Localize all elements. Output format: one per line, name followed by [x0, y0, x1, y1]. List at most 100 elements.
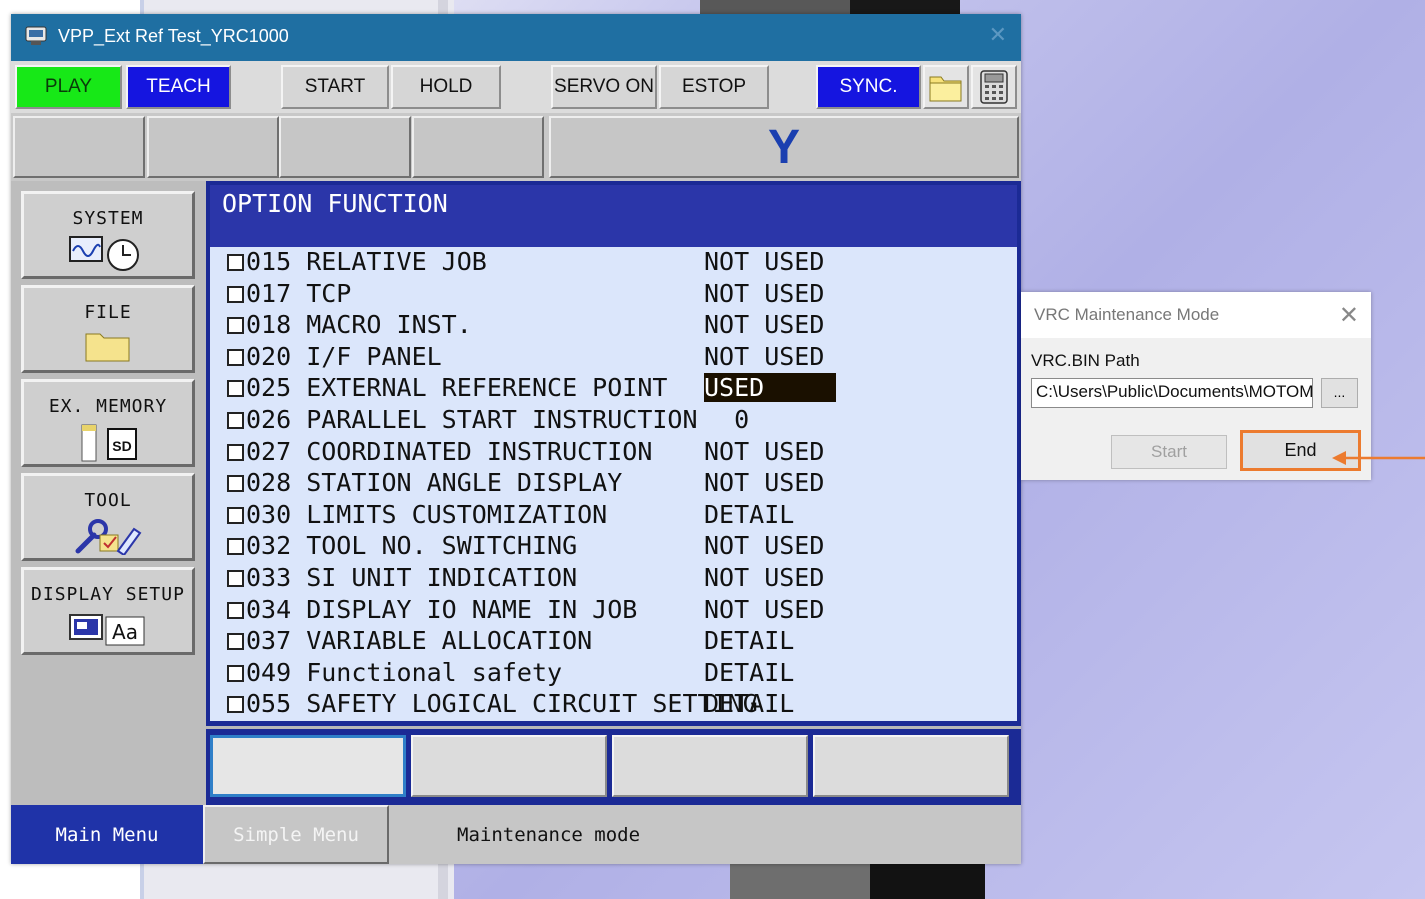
- start-button[interactable]: START: [281, 65, 389, 109]
- option-value[interactable]: NOT USED: [704, 342, 824, 371]
- svg-text:SD: SD: [112, 438, 131, 454]
- close-icon[interactable]: ✕: [1339, 301, 1359, 330]
- panel-title: OPTION FUNCTION: [222, 189, 448, 218]
- option-name: 025 EXTERNAL REFERENCE POINT: [246, 373, 668, 403]
- function-key-4[interactable]: [813, 735, 1009, 797]
- shortcut-key-1[interactable]: [13, 116, 145, 178]
- option-name: 030 LIMITS CUSTOMIZATION: [246, 499, 608, 529]
- function-key-row: [206, 729, 1021, 805]
- checkbox-icon: [227, 412, 244, 429]
- estop-button[interactable]: ESTOP: [659, 65, 769, 109]
- pendant-button[interactable]: [971, 65, 1017, 109]
- function-key-3[interactable]: [612, 735, 808, 797]
- background-block-bottom-dark: [870, 862, 985, 899]
- main-menu-button[interactable]: Main Menu: [11, 805, 203, 864]
- sidebar-item-file[interactable]: FILE: [21, 285, 195, 373]
- option-name: 026 PARALLEL START INSTRUCTION: [246, 405, 698, 434]
- checkbox-icon: [227, 348, 244, 366]
- checkbox-icon: [227, 506, 244, 524]
- close-icon[interactable]: ✕: [989, 23, 1007, 48]
- option-name: 049 Functional safety: [246, 657, 563, 687]
- option-name: 034 DISPLAY IO NAME IN JOB: [246, 594, 638, 624]
- simple-menu-button[interactable]: Simple Menu: [203, 805, 389, 864]
- shortcut-key-3[interactable]: [279, 116, 411, 178]
- option-value[interactable]: USED: [704, 373, 836, 403]
- function-key-2[interactable]: [411, 735, 607, 797]
- dialog-titlebar[interactable]: VRC Maintenance Mode: [1021, 292, 1371, 338]
- option-value[interactable]: NOT USED: [704, 531, 824, 560]
- list-item[interactable]: 015 RELATIVE JOB NOT USED: [210, 247, 1017, 278]
- list-item[interactable]: 055 SAFETY LOGICAL CIRCUIT SETTING DETAIL: [210, 689, 1017, 720]
- option-name: 015 RELATIVE JOB: [246, 247, 487, 276]
- bottom-bar: Main Menu Simple Menu Maintenance mode: [11, 805, 1021, 864]
- sidebar-item-tool[interactable]: TOOL: [21, 473, 195, 561]
- option-value[interactable]: DETAIL: [704, 658, 794, 687]
- list-item[interactable]: 049 Functional safety DETAIL: [210, 658, 1017, 689]
- path-input[interactable]: C:\Users\Public\Documents\MOTOMAN: [1031, 378, 1313, 408]
- sidebar-item-label: TOOL: [84, 490, 132, 511]
- start-button[interactable]: Start: [1111, 435, 1227, 469]
- list-item[interactable]: 026 PARALLEL START INSTRUCTION 0: [210, 405, 1017, 436]
- list-item[interactable]: 034 DISPLAY IO NAME IN JOB NOT USED: [210, 595, 1017, 626]
- list-item[interactable]: 027 COORDINATED INSTRUCTION NOT USED: [210, 437, 1017, 468]
- list-item[interactable]: 037 VARIABLE ALLOCATION DETAIL: [210, 626, 1017, 657]
- sidebar-item-label: SYSTEM: [72, 208, 144, 229]
- sidebar-item-label: EX. MEMORY: [48, 396, 168, 417]
- option-value[interactable]: NOT USED: [704, 563, 824, 592]
- hold-button[interactable]: HOLD: [391, 65, 501, 109]
- list-item[interactable]: 020 I/F PANEL NOT USED: [210, 342, 1017, 373]
- shortcut-key-2[interactable]: [147, 116, 279, 178]
- tool-icon: [75, 519, 142, 557]
- folder-icon: [85, 333, 130, 362]
- checkbox-icon: [227, 664, 244, 682]
- option-value[interactable]: NOT USED: [704, 310, 824, 339]
- main-menu-sidebar: SYSTEM FILE EX. MEMORY SD TOOL DISPLAY S…: [11, 181, 206, 805]
- function-key-1[interactable]: [210, 735, 406, 797]
- option-value[interactable]: NOT USED: [704, 595, 824, 624]
- shortcut-key-4[interactable]: [412, 116, 544, 178]
- option-value[interactable]: DETAIL: [704, 500, 794, 529]
- list-item[interactable]: 028 STATION ANGLE DISPLAY NOT USED: [210, 468, 1017, 499]
- list-item[interactable]: 025 EXTERNAL REFERENCE POINT USED: [210, 373, 1017, 404]
- checkbox-icon: [227, 696, 244, 714]
- option-value[interactable]: NOT USED: [704, 437, 824, 466]
- option-value[interactable]: NOT USED: [704, 468, 824, 497]
- list-item[interactable]: 032 TOOL NO. SWITCHING NOT USED: [210, 531, 1017, 562]
- option-value[interactable]: DETAIL: [704, 626, 794, 655]
- option-value[interactable]: 0: [704, 405, 749, 434]
- app-icon: [25, 26, 47, 45]
- option-name: 037 VARIABLE ALLOCATION: [246, 626, 593, 656]
- folder-icon: [929, 76, 962, 102]
- background-block-bottom: [730, 862, 880, 899]
- option-name: 027 COORDINATED INSTRUCTION: [246, 436, 653, 466]
- option-value[interactable]: NOT USED: [704, 247, 824, 276]
- list-item[interactable]: 018 MACRO INST. NOT USED: [210, 310, 1017, 341]
- sd-card-icon: SD: [81, 424, 137, 462]
- option-name: 033 SI UNIT INDICATION: [246, 563, 578, 592]
- checkbox-icon: [227, 538, 244, 556]
- list-item[interactable]: 033 SI UNIT INDICATION NOT USED: [210, 563, 1017, 594]
- option-value[interactable]: DETAIL: [704, 689, 794, 718]
- svg-text:Aa: Aa: [112, 620, 138, 644]
- folder-button[interactable]: [923, 65, 969, 109]
- window-titlebar[interactable]: VPP_Ext Ref Test_YRC1000 ✕: [11, 14, 1021, 61]
- option-value[interactable]: NOT USED: [704, 279, 824, 308]
- teach-button[interactable]: TEACH: [126, 65, 231, 109]
- list-item[interactable]: 030 LIMITS CUSTOMIZATION DETAIL: [210, 500, 1017, 531]
- play-button[interactable]: PLAY: [15, 65, 122, 109]
- checkbox-icon: [227, 633, 244, 651]
- checkbox-icon: [227, 601, 244, 619]
- option-list: 015 RELATIVE JOB NOT USED 017 TCP NOT USED 0…: [210, 247, 1017, 721]
- panel-header: OPTION FUNCTION: [210, 185, 1017, 247]
- browse-button[interactable]: ...: [1321, 378, 1358, 408]
- sidebar-item-system[interactable]: SYSTEM: [21, 191, 195, 279]
- option-function-panel: OPTION FUNCTION 015 RELATIVE JOB NOT USED…: [206, 181, 1021, 726]
- servo-on-button[interactable]: SERVO ON: [551, 65, 657, 109]
- option-name: 017 TCP: [246, 278, 352, 308]
- sync-button[interactable]: SYNC.: [816, 65, 921, 109]
- list-item[interactable]: 017 TCP NOT USED: [210, 279, 1017, 310]
- checkbox-icon: [227, 285, 244, 303]
- sidebar-item-display-setup[interactable]: DISPLAY SETUP Aa: [21, 567, 195, 655]
- checkbox-icon: [227, 380, 244, 398]
- sidebar-item-ex-memory[interactable]: EX. MEMORY SD: [21, 379, 195, 467]
